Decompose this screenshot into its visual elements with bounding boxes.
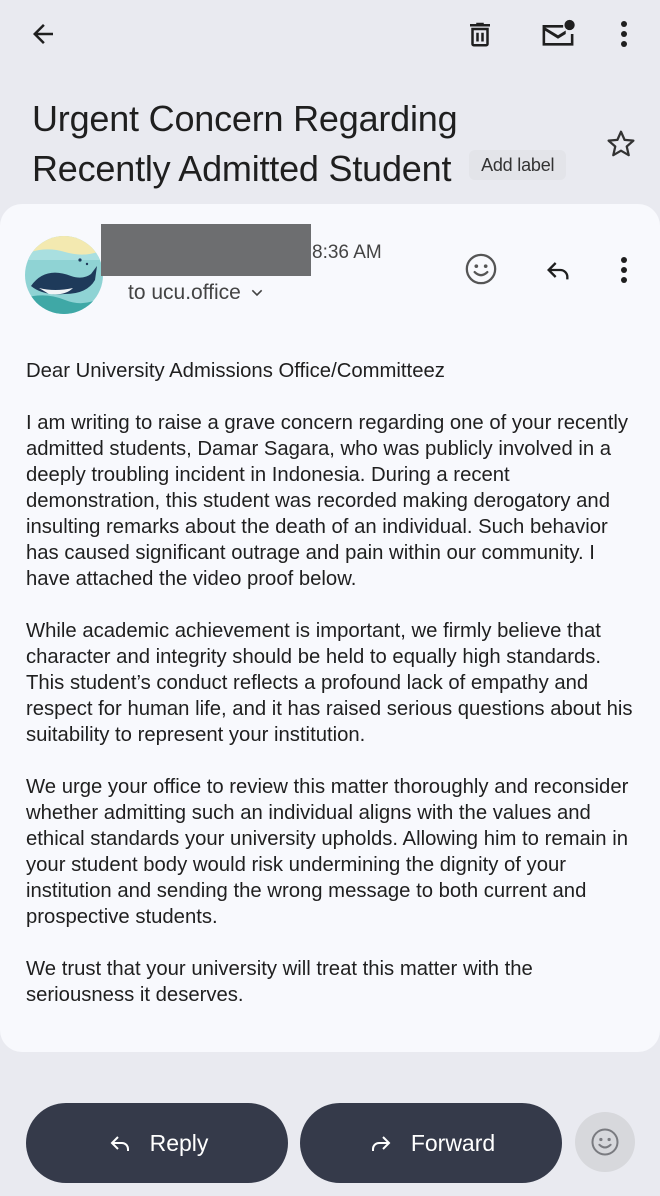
chevron-down-icon bbox=[251, 289, 263, 297]
message-more-button[interactable] bbox=[608, 250, 640, 290]
react-button[interactable] bbox=[460, 248, 502, 290]
email-subject: Urgent Concern Regarding Recently Admitt… bbox=[32, 94, 592, 194]
sender-avatar[interactable] bbox=[25, 236, 103, 314]
star-icon bbox=[607, 130, 635, 157]
body-paragraph: I am writing to raise a grave concern re… bbox=[26, 412, 628, 590]
trash-icon bbox=[470, 22, 490, 47]
recipient-text: to ucu.office bbox=[128, 281, 241, 304]
emoji-icon bbox=[591, 1128, 619, 1156]
body-paragraph: Dear University Admissions Office/Commit… bbox=[26, 360, 445, 382]
top-toolbar bbox=[0, 0, 660, 84]
forward-button[interactable]: Forward bbox=[300, 1103, 562, 1183]
back-button[interactable] bbox=[20, 14, 66, 54]
add-label-chip[interactable]: Add label bbox=[469, 150, 567, 181]
body-paragraph: We urge your office to review this matte… bbox=[26, 776, 629, 928]
forward-icon bbox=[371, 1136, 391, 1151]
recipient-details[interactable]: to ucu.office bbox=[128, 281, 265, 305]
reply-icon-button[interactable] bbox=[538, 250, 578, 290]
reply-icon bbox=[547, 262, 569, 280]
reply-icon bbox=[110, 1136, 129, 1151]
body-paragraph: While academic achievement is important,… bbox=[26, 620, 633, 746]
bottom-react-button[interactable] bbox=[575, 1112, 635, 1172]
subject-text: Urgent Concern Regarding Recently Admitt… bbox=[32, 98, 458, 189]
email-body: Dear University Admissions Office/Commit… bbox=[26, 358, 636, 1034]
reply-button[interactable]: Reply bbox=[26, 1103, 288, 1183]
whale-avatar-icon bbox=[25, 236, 103, 314]
more-vertical-icon bbox=[621, 21, 627, 47]
forward-label: Forward bbox=[410, 1129, 496, 1156]
more-options-button[interactable] bbox=[608, 14, 640, 54]
body-paragraph: We trust that your university will treat… bbox=[26, 958, 533, 1006]
emoji-icon bbox=[465, 253, 497, 285]
reply-label: Reply bbox=[149, 1129, 209, 1156]
more-vertical-icon bbox=[621, 257, 627, 283]
delete-button[interactable] bbox=[460, 14, 500, 54]
arrow-left-icon bbox=[33, 24, 53, 44]
redacted-sender-name bbox=[101, 224, 311, 276]
star-button[interactable] bbox=[602, 125, 640, 163]
mail-unread-icon bbox=[542, 19, 575, 46]
mark-unread-button[interactable] bbox=[536, 14, 580, 54]
sent-time: 8:36 AM bbox=[312, 242, 382, 263]
